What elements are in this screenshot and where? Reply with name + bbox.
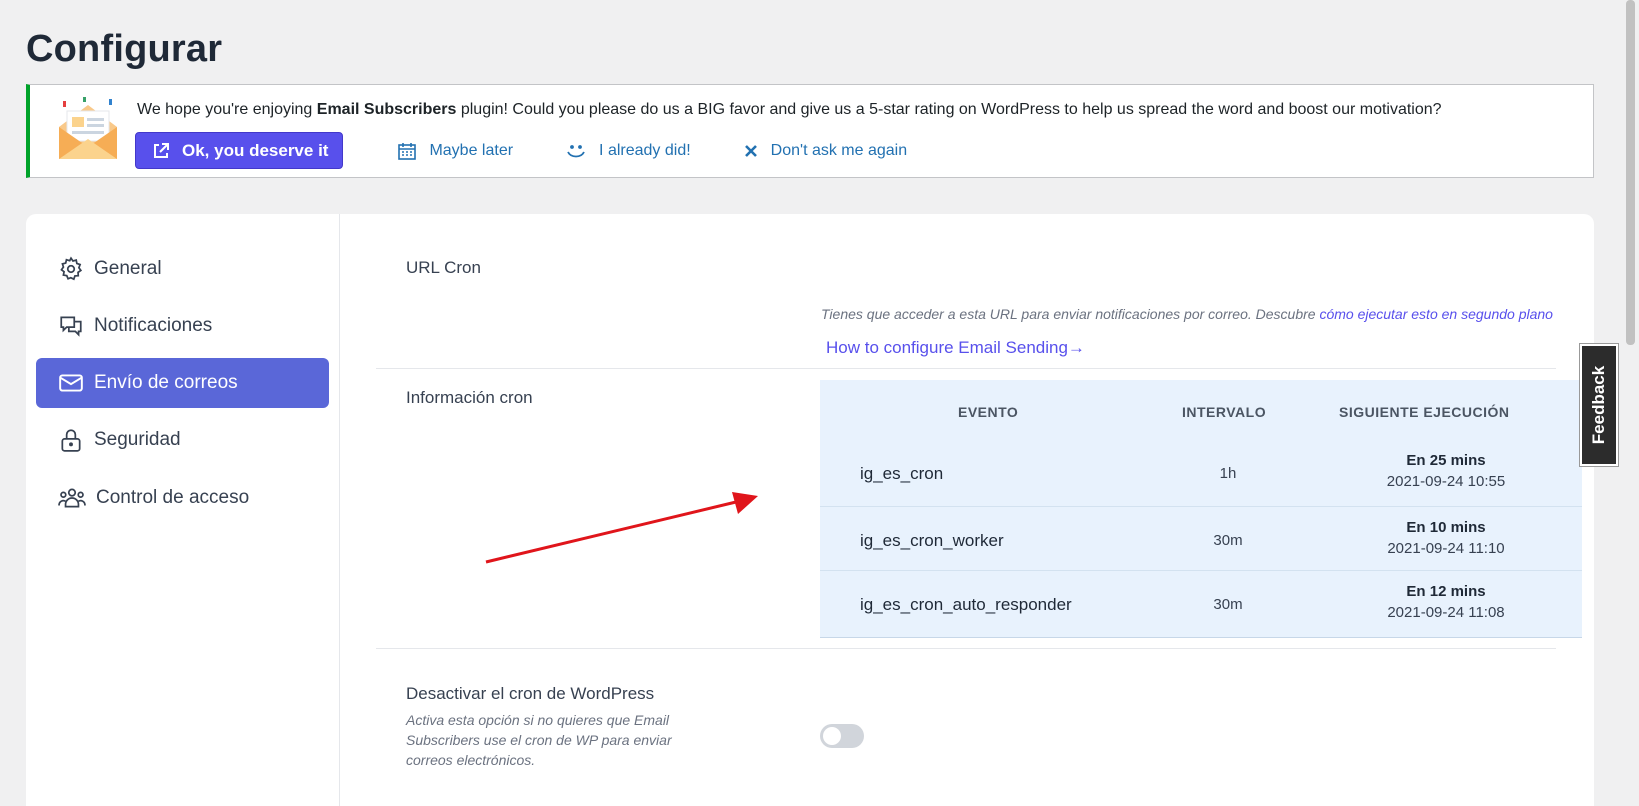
scrollbar-thumb[interactable] [1626, 0, 1635, 345]
lock-icon [61, 429, 81, 452]
sidebar-item-label: Envío de correos [94, 372, 238, 393]
sidebar-item-general[interactable]: General [36, 244, 329, 294]
divider [376, 648, 1556, 649]
cron-next-run: En 12 mins 2021-09-24 11:08 [1387, 583, 1505, 621]
sidebar-item-label: Notificaciones [94, 315, 213, 336]
cron-url-label: URL Cron [406, 258, 481, 277]
external-link-icon [154, 142, 169, 158]
notice-message: We hope you're enjoying Email Subscriber… [137, 101, 1442, 118]
table-row: ig_es_cron 1h En 25 mins 2021-09-24 10:55 [820, 440, 1582, 506]
divider [376, 368, 1556, 369]
disable-wp-cron-description: Activa esta opción si no quieres que Ema… [406, 712, 672, 768]
gear-icon [60, 256, 83, 281]
close-icon [744, 144, 757, 157]
cron-info-label: Información cron [406, 388, 533, 407]
plugin-name: Email Subscribers [316, 101, 457, 118]
dont-ask-label: Don't ask me again [770, 141, 908, 159]
column-header-siguiente-ejecucion: SIGUIENTE EJECUCIÓN [1339, 404, 1510, 420]
configure-email-sending-link[interactable]: How to configure Email Sending→ [826, 338, 1085, 358]
chat-icon [60, 316, 82, 337]
column-header-intervalo: INTERVALO [1182, 404, 1267, 420]
calendar-icon [398, 142, 417, 160]
cron-event-name: ig_es_cron_auto_responder [860, 595, 1072, 614]
feedback-tab[interactable]: Feedback [1580, 344, 1618, 466]
mail-icon [59, 374, 83, 392]
cron-interval: 1h [1219, 465, 1237, 482]
already-did-label: I already did! [599, 141, 691, 159]
cron-next-run: En 10 mins 2021-09-24 11:10 [1387, 519, 1505, 557]
sidebar-item-label: Seguridad [94, 429, 181, 450]
table-row: ig_es_cron_worker 30m En 10 mins 2021-09-… [820, 506, 1582, 570]
sidebar-item-seguridad[interactable]: Seguridad [36, 415, 329, 465]
disable-wp-cron-label: Desactivar el cron de WordPress [406, 684, 655, 703]
table-row: ig_es_cron_auto_responder 30m En 12 mins… [820, 570, 1582, 636]
sidebar-item-envio-de-correos[interactable]: Envío de correos [36, 358, 329, 408]
smile-icon [567, 144, 585, 157]
rating-notice: We hope you're enjoying Email Subscriber… [26, 84, 1594, 178]
toggle-knob [823, 727, 841, 745]
column-header-evento: EVENTO [958, 404, 1019, 420]
envelope-illustration-icon [59, 97, 117, 159]
settings-panel: General Notificaciones Envío de correos … [26, 214, 1594, 806]
cron-table: EVENTO INTERVALO SIGUIENTE EJECUCIÓN ig_… [820, 380, 1582, 638]
sidebar-item-label: General [94, 258, 162, 279]
cron-url-description: Tienes que acceder a esta URL para envia… [821, 306, 1553, 322]
cron-event-name: ig_es_cron_worker [860, 531, 1004, 550]
annotation-arrow-icon [485, 492, 758, 564]
cron-event-name: ig_es_cron [860, 464, 944, 483]
sidebar-item-control-de-acceso[interactable]: Control de acceso [36, 473, 329, 523]
maybe-later-link[interactable]: Maybe later [397, 141, 513, 161]
rate-plugin-button[interactable]: Ok, you deserve it [135, 132, 344, 169]
run-in-background-link[interactable]: cómo ejecutar esto en segundo plano [1319, 306, 1553, 322]
cron-interval: 30m [1213, 532, 1243, 549]
cron-next-run: En 25 mins 2021-09-24 10:55 [1386, 452, 1506, 490]
dont-ask-link[interactable]: Don't ask me again [743, 142, 907, 160]
feedback-label: Feedback [1589, 365, 1608, 445]
maybe-later-label: Maybe later [429, 141, 514, 159]
disable-wp-cron-toggle[interactable] [820, 724, 864, 748]
users-icon [58, 488, 86, 508]
rate-plugin-label: Ok, you deserve it [182, 140, 329, 160]
sidebar-item-notificaciones[interactable]: Notificaciones [36, 301, 329, 351]
already-did-link[interactable]: I already did! [565, 141, 691, 161]
cron-interval: 30m [1213, 596, 1243, 613]
page-title: Configurar [26, 28, 223, 70]
page-scrollbar[interactable] [1622, 0, 1639, 806]
settings-sidebar: General Notificaciones Envío de correos … [26, 214, 340, 806]
sidebar-item-label: Control de acceso [96, 487, 250, 508]
